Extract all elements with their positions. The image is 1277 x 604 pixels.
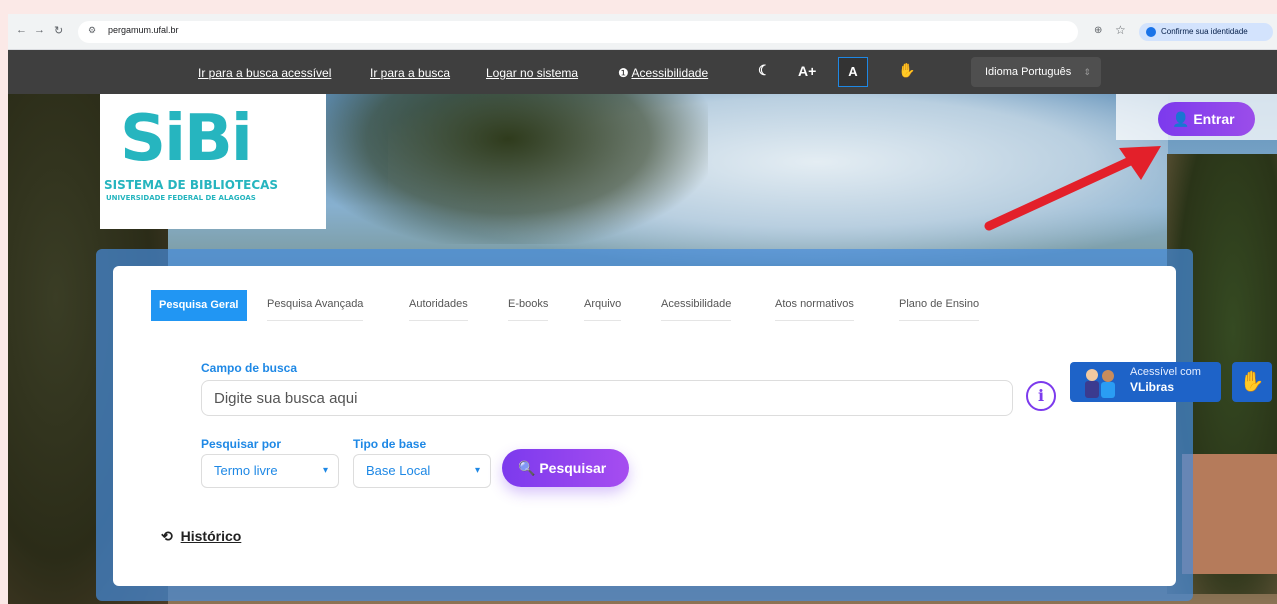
address-bar[interactable] xyxy=(78,21,1078,43)
logo-line2: UNIVERSIDADE FEDERAL DE ALAGOAS xyxy=(106,194,256,202)
accessibility-bar: Ir para a busca acessível Ir para a busc… xyxy=(8,50,1277,94)
search-by-label: Pesquisar por xyxy=(201,437,282,451)
history-label: Histórico xyxy=(180,528,242,544)
base-type-select[interactable]: Base Local ▾ xyxy=(353,454,491,488)
language-select[interactable]: Idioma Português ⇕ xyxy=(971,57,1101,87)
search-input[interactable] xyxy=(201,380,1013,416)
base-type-value: Base Local xyxy=(366,463,431,478)
forward-icon[interactable]: → xyxy=(34,24,45,36)
tab-acessibilidade[interactable]: Acessibilidade xyxy=(661,298,732,321)
language-label: Idioma Português xyxy=(985,66,1072,78)
base-type-label: Tipo de base xyxy=(353,437,427,451)
zoom-icon[interactable]: ⊕ xyxy=(1094,25,1102,36)
font-reset-button[interactable]: A xyxy=(838,57,868,87)
hero-background: SiBi SISTEMA DE BIBLIOTECAS UNIVERSIDADE… xyxy=(8,94,1277,604)
logo-line1: SISTEMA DE BIBLIOTECAS xyxy=(104,178,279,192)
search-submit-button[interactable]: 🔍 Pesquisar xyxy=(502,449,629,487)
tab-ebooks[interactable]: E-books xyxy=(508,298,549,321)
search-icon: 🔍 xyxy=(518,460,536,476)
chevron-down-icon: ▾ xyxy=(322,465,328,476)
user-lock-icon: 👤 xyxy=(1172,111,1190,127)
identity-chip[interactable]: Confirme sua identidade xyxy=(1139,23,1273,41)
link-search[interactable]: Ir para a busca xyxy=(370,66,450,80)
search-by-value: Termo livre xyxy=(214,463,278,478)
sign-language-hand-icon[interactable]: ✋ xyxy=(898,62,915,79)
url-text[interactable]: pergamum.ufal.br xyxy=(108,25,179,35)
accessibility-link-wrap[interactable]: ❶ Acessibilidade xyxy=(618,66,708,80)
browser-toolbar: ← → ↻ ⚙ pergamum.ufal.br ⊕ ☆ Confirme su… xyxy=(8,14,1277,50)
sign-language-hands-icon: ✋ xyxy=(1239,371,1265,393)
search-card: Pesquisa Geral Pesquisa Avançada Autorid… xyxy=(113,266,1176,586)
dark-mode-moon-icon[interactable]: ☾ xyxy=(758,62,771,79)
annotation-arrow xyxy=(984,146,1161,231)
vlibras-line2: VLibras xyxy=(1130,380,1175,394)
identity-icon xyxy=(1146,27,1156,37)
tab-plano-de-ensino[interactable]: Plano de Ensino xyxy=(899,298,980,321)
logo-mark: SiBi xyxy=(120,102,253,176)
reload-icon[interactable]: ↻ xyxy=(54,24,63,37)
info-circle-icon: ❶ xyxy=(618,66,629,80)
back-icon[interactable]: ← xyxy=(16,24,27,36)
tab-atos-normativos[interactable]: Atos normativos xyxy=(775,298,854,321)
history-link[interactable]: ⟲ Histórico xyxy=(161,528,241,545)
vlibras-banner[interactable]: Acessível com VLibras xyxy=(1070,362,1221,402)
tab-arquivo[interactable]: Arquivo xyxy=(584,298,622,321)
building-image xyxy=(1182,454,1277,574)
vlibras-line1: Acessível com xyxy=(1130,366,1201,378)
history-icon: ⟲ xyxy=(161,528,173,544)
link-login[interactable]: Logar no sistema xyxy=(486,66,578,80)
search-by-select[interactable]: Termo livre ▾ xyxy=(201,454,339,488)
tab-autoridades[interactable]: Autoridades xyxy=(409,298,468,321)
font-increase-button[interactable]: A+ xyxy=(798,63,816,79)
site-info-icon[interactable]: ⚙ xyxy=(88,25,96,36)
vlibras-avatars-icon xyxy=(1085,369,1115,398)
vlibras-hands-button[interactable]: ✋ xyxy=(1232,362,1272,402)
tree-canopy-image xyxy=(308,94,708,244)
link-accessible-search[interactable]: Ir para a busca acessível xyxy=(198,66,331,80)
identity-label: Confirme sua identidade xyxy=(1161,27,1248,36)
accessibility-link-label: Acessibilidade xyxy=(631,66,709,80)
bookmark-star-icon[interactable]: ☆ xyxy=(1115,23,1126,37)
tab-pesquisa-geral[interactable]: Pesquisa Geral xyxy=(151,290,247,321)
chevron-down-icon: ▾ xyxy=(474,465,480,476)
chevron-updown-icon: ⇕ xyxy=(1083,67,1091,77)
login-label: Entrar xyxy=(1193,111,1235,127)
search-submit-label: Pesquisar xyxy=(539,460,607,476)
info-icon[interactable]: i xyxy=(1026,381,1056,411)
browser-window: ← → ↻ ⚙ pergamum.ufal.br ⊕ ☆ Confirme su… xyxy=(8,14,1277,604)
search-field-label: Campo de busca xyxy=(201,361,298,375)
tab-pesquisa-avancada[interactable]: Pesquisa Avançada xyxy=(267,298,364,321)
login-button[interactable]: 👤 Entrar xyxy=(1158,102,1255,136)
sibi-logo[interactable]: SiBi SISTEMA DE BIBLIOTECAS UNIVERSIDADE… xyxy=(100,94,326,229)
